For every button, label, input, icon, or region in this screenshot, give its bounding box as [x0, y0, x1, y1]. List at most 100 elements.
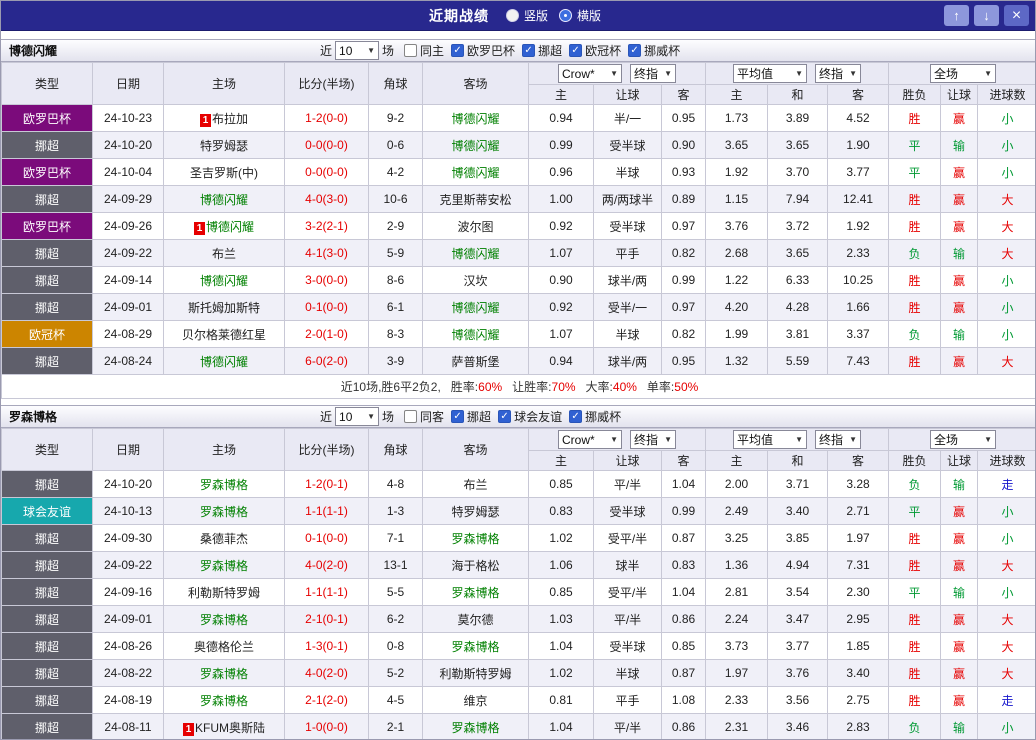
- date-cell: 24-09-30: [92, 524, 164, 552]
- chevron-down-icon: ▼: [610, 69, 619, 78]
- league-cell: 挪超: [1, 551, 93, 579]
- subcolumn-header: 客: [660, 450, 707, 471]
- result-cell: 胜: [888, 347, 942, 375]
- odds-away-cell: 0.86: [660, 713, 707, 739]
- games-count-select-value: 10: [339, 43, 353, 58]
- odds-final-select[interactable]: 终指 ▼: [630, 430, 677, 449]
- odds-company-select[interactable]: Crow* ▼: [558, 64, 623, 83]
- handicap-cell: 半/一: [593, 104, 662, 132]
- league-filter-checkbox-1[interactable]: ✓ 挪超: [522, 42, 562, 59]
- odds-away-cell: 0.97: [660, 293, 707, 321]
- score-cell: 0-0(0-0): [284, 131, 369, 159]
- match-row: 挪超 24-08-19 罗森博格 2-1(2-0) 4-5 维京 0.81 平手 1.08 2.3…: [1, 686, 1035, 714]
- team-label: 博德闪耀: [451, 327, 500, 342]
- handicap-cell: 半球: [593, 158, 662, 186]
- handicap-result-cell: 赢: [940, 659, 979, 687]
- avg-home-cell: 3.76: [705, 212, 769, 240]
- subcolumn-header: 主: [705, 84, 769, 105]
- avg-away-cell: 2.33: [827, 239, 890, 267]
- league-cell: 挪超: [1, 347, 93, 375]
- match-row: 欧罗巴杯 24-10-23 1 布拉加 1-2(0-0) 9-2 博德闪耀 0.94 半/一 0.…: [1, 104, 1035, 132]
- summary-stat-label: 大率:: [585, 380, 613, 394]
- avg-draw-cell: 3.54: [767, 578, 829, 606]
- games-count-select[interactable]: 10 ▼: [335, 407, 380, 426]
- avg-away-cell: 3.77: [827, 158, 890, 186]
- league-filter-checkbox-3[interactable]: ✓ 挪威杯: [628, 42, 680, 59]
- avg-away-cell: 1.85: [827, 632, 890, 660]
- average-select[interactable]: 平均值 ▼: [733, 430, 808, 449]
- handicap-result-cell: 赢: [940, 605, 979, 633]
- same-venue-checkbox[interactable]: 同客: [404, 408, 444, 425]
- scope-select-value: 全场: [934, 433, 959, 447]
- league-filter-checkbox-2[interactable]: ✓ 挪威杯: [569, 408, 621, 425]
- odds-away-cell: 0.82: [660, 320, 707, 348]
- subcolumn-header: 让球: [940, 84, 979, 105]
- score-cell: 4-0(2-0): [284, 551, 369, 579]
- odds-home-cell: 1.07: [528, 239, 594, 267]
- scroll-down-button[interactable]: ↓: [974, 5, 999, 26]
- handicap-cell: 半球: [593, 659, 662, 687]
- handicap-result-cell: 赢: [940, 632, 979, 660]
- handicap-cell: 受半球: [593, 632, 662, 660]
- result-cell: 平: [888, 578, 942, 606]
- checkbox-icon: ✓: [451, 410, 465, 423]
- subcolumn-header: 主: [528, 84, 594, 105]
- result-cell: 胜: [888, 293, 942, 321]
- avg-home-cell: 3.73: [705, 632, 769, 660]
- odds-company-select[interactable]: Crow* ▼: [558, 430, 623, 449]
- vertical-layout-radio[interactable]: [505, 9, 519, 22]
- team-label: 斯托姆加斯特: [187, 300, 260, 315]
- avg-draw-cell: 3.81: [767, 320, 829, 348]
- odds-away-cell: 0.89: [660, 185, 707, 213]
- scroll-up-button[interactable]: ↑: [944, 5, 969, 26]
- handicap-result-cell: 赢: [940, 497, 979, 525]
- match-row: 挪超 24-09-01 罗森博格 2-1(0-1) 6-2 莫尔德 1.03 平/半 0.86 2…: [1, 605, 1035, 633]
- league-cell: 欧冠杯: [1, 320, 93, 348]
- games-count-select[interactable]: 10 ▼: [335, 41, 380, 60]
- handicap-cell: 受半球: [593, 131, 662, 159]
- result-cell: 胜: [888, 632, 942, 660]
- score-cell: 2-1(0-1): [284, 605, 369, 633]
- league-filter-checkbox-2[interactable]: ✓ 欧冠杯: [569, 42, 621, 59]
- summary-stat-value: 60%: [478, 380, 503, 394]
- team-label: 罗森博格: [451, 639, 500, 654]
- odds-home-cell: 1.03: [528, 605, 594, 633]
- handicap-cell: 球半/两: [593, 266, 662, 294]
- odds-away-cell: 0.87: [660, 659, 707, 687]
- same-venue-checkbox[interactable]: 同主: [404, 42, 444, 59]
- scope-select[interactable]: 全场 ▼: [930, 64, 997, 83]
- league-filter-checkbox-1[interactable]: ✓ 球会友谊: [498, 408, 562, 425]
- goals-result-cell: 小: [977, 578, 1035, 606]
- away-team-cell: 博德闪耀: [422, 158, 529, 186]
- team-label: 博德闪耀: [199, 192, 248, 207]
- odds-home-cell: 0.92: [528, 212, 594, 240]
- chevron-down-icon: ▼: [984, 435, 993, 444]
- column-header: 日期: [92, 428, 164, 471]
- close-button[interactable]: ×: [1004, 5, 1029, 26]
- date-cell: 24-09-01: [92, 293, 164, 321]
- odds-final-select[interactable]: 终指 ▼: [630, 64, 677, 83]
- league-cell: 挪超: [1, 713, 93, 739]
- average-final-select[interactable]: 终指 ▼: [815, 64, 862, 83]
- league-filter-checkbox-0[interactable]: ✓ 欧罗巴杯: [451, 42, 515, 59]
- average-final-select[interactable]: 终指 ▼: [815, 430, 862, 449]
- away-team-cell: 海于格松: [422, 551, 529, 579]
- near-label: 近: [320, 410, 333, 424]
- away-team-cell: 莫尔德: [422, 605, 529, 633]
- avg-draw-cell: 3.65: [767, 131, 829, 159]
- corner-cell: 8-3: [368, 320, 423, 348]
- summary-row: 近10场,胜6平2负2, 胜率:60% 让胜率:70% 大率:40% 单率:50%: [1, 374, 1035, 399]
- team-label: 罗森博格: [451, 531, 500, 546]
- away-team-cell: 罗森博格: [422, 632, 529, 660]
- result-cell: 胜: [888, 659, 942, 687]
- avg-draw-cell: 3.40: [767, 497, 829, 525]
- average-select[interactable]: 平均值 ▼: [733, 64, 808, 83]
- league-filter-checkbox-0[interactable]: ✓ 挪超: [451, 408, 491, 425]
- horizontal-layout-radio[interactable]: [559, 9, 572, 22]
- games-label: 场: [382, 410, 395, 424]
- column-header: 类型: [1, 62, 93, 105]
- handicap-result-cell: 输: [940, 713, 979, 739]
- scope-select[interactable]: 全场 ▼: [930, 430, 997, 449]
- summary-stat-value: 50%: [674, 380, 699, 394]
- team-label: 萨普斯堡: [451, 354, 500, 369]
